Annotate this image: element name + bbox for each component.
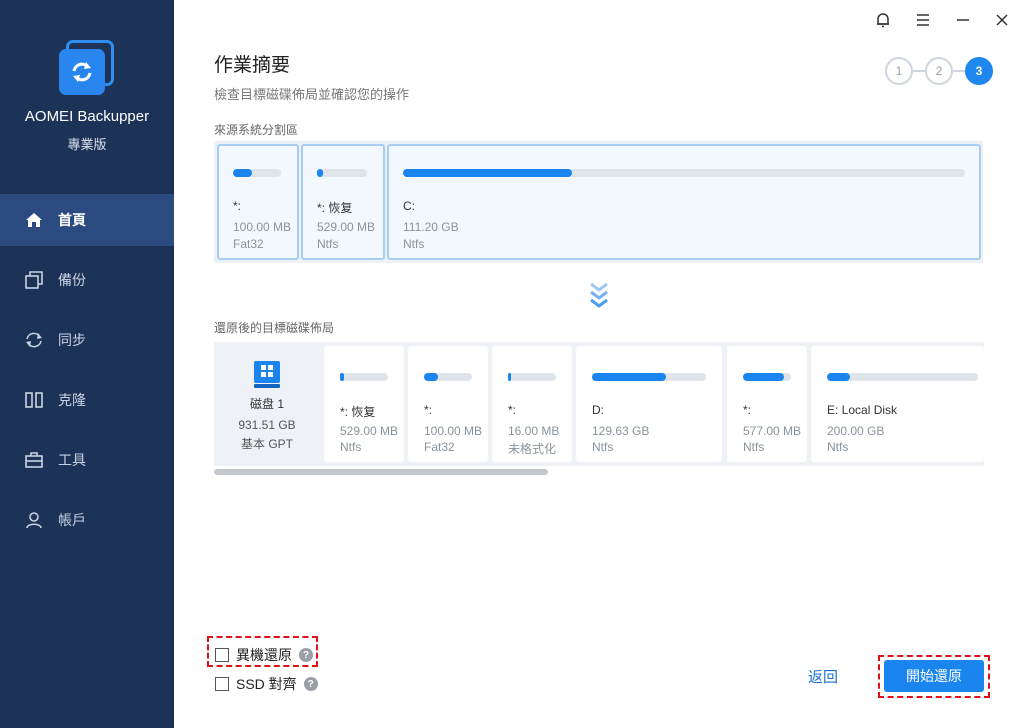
partition-size: 529.00 MB (317, 220, 376, 234)
partition-name: *: (743, 403, 752, 417)
target-partition[interactable]: *: 100.00 MB Fat32 (408, 346, 488, 462)
source-label: 來源系統分割區 (214, 123, 299, 137)
page-subtitle: 檢查目標磁碟佈局並確認您的操作 (214, 87, 410, 102)
disk-type: 基本 GPT (240, 437, 293, 451)
help-icon[interactable]: ? (303, 677, 318, 691)
source-disk-map: *: 100.00 MB Fat32 *: 恢复 529.00 MB Ntfs … (214, 141, 983, 263)
option-label: 異機還原 (236, 647, 292, 663)
home-icon (24, 210, 44, 230)
partition-fs: Ntfs (340, 440, 362, 454)
partition-name: *: 恢复 (340, 405, 376, 419)
sidebar-item-backup[interactable]: 備份 (0, 254, 174, 306)
sidebar-item-label: 帳戶 (58, 512, 86, 528)
sidebar-item-label: 同步 (58, 332, 86, 348)
target-partition[interactable]: E: Local Disk 200.00 GB Ntfs (811, 346, 984, 462)
sidebar-item-label: 工具 (58, 452, 86, 468)
bell-icon[interactable] (871, 8, 895, 32)
step-connector (953, 70, 965, 72)
partition-fs: Fat32 (233, 237, 264, 251)
step-connector (913, 70, 925, 72)
partition-size: 529.00 MB (340, 424, 399, 438)
disk-name: 磁盘 1 (249, 397, 284, 411)
partition-fs: Ntfs (743, 440, 765, 454)
source-partition[interactable]: C: 111.20 GB Ntfs (387, 144, 981, 260)
partition-name: C: (403, 199, 415, 213)
sidebar-item-clone[interactable]: 克隆 (0, 374, 174, 426)
target-disk-map: 磁盘 1 931.51 GB 基本 GPT *: 恢复 529.00 MB Nt… (214, 342, 984, 466)
partition-size: 577.00 MB (743, 424, 802, 438)
sidebar-item-label: 克隆 (58, 392, 86, 408)
sidebar-item-sync[interactable]: 同步 (0, 314, 174, 366)
sync-icon (24, 330, 44, 350)
clone-icon (24, 390, 44, 410)
source-partition[interactable]: *: 恢复 529.00 MB Ntfs (301, 144, 385, 260)
partition-size: 111.20 GB (403, 220, 459, 234)
partition-fs: 未格式化 (508, 442, 557, 456)
ssd-align-checkbox[interactable] (215, 677, 229, 691)
partition-fs: Ntfs (827, 440, 849, 454)
sidebar-item-tools[interactable]: 工具 (0, 434, 174, 486)
partition-fs: Ntfs (403, 237, 425, 251)
partition-fs: Fat32 (424, 440, 455, 454)
source-partition[interactable]: *: 100.00 MB Fat32 (217, 144, 299, 260)
target-partition[interactable]: *: 16.00 MB 未格式化 (492, 346, 572, 462)
sidebar-item-label: 備份 (58, 272, 86, 288)
disk-info: 磁盘 1 931.51 GB 基本 GPT (214, 342, 320, 466)
target-partition[interactable]: *: 恢复 529.00 MB Ntfs (324, 346, 404, 462)
disk-size: 931.51 GB (238, 418, 296, 432)
sidebar-item-home[interactable]: 首頁 (0, 194, 174, 246)
app-logo-icon (57, 40, 117, 98)
universal-restore-checkbox[interactable] (215, 648, 229, 662)
partition-name: *: (424, 403, 433, 417)
page-title: 作業摘要 (214, 55, 291, 76)
back-button[interactable]: 返回 (808, 666, 838, 687)
chevron-double-down-icon (589, 282, 609, 312)
step-1: 1 (885, 57, 913, 85)
partition-size: 100.00 MB (424, 424, 483, 438)
menu-icon[interactable] (911, 8, 935, 32)
step-3: 3 (965, 57, 993, 85)
universal-restore-option[interactable]: 異機還原 ? (215, 645, 313, 665)
scrollbar-thumb[interactable] (214, 469, 548, 475)
sidebar: AOMEI Backupper 專業版 首頁 備份 同步 克隆 工具 帳戶 (0, 0, 174, 728)
partition-size: 16.00 MB (508, 424, 560, 438)
sidebar-item-account[interactable]: 帳戶 (0, 494, 174, 546)
partition-name: D: (592, 403, 604, 417)
sidebar-item-label: 首頁 (58, 212, 86, 228)
partition-size: 129.63 GB (592, 424, 650, 438)
partition-size: 200.00 GB (827, 424, 885, 438)
partition-name: *: (508, 403, 517, 417)
partition-name: E: Local Disk (827, 403, 898, 417)
target-partition[interactable]: D: 129.63 GB Ntfs (576, 346, 722, 462)
partition-name: *: (233, 199, 242, 213)
app-name: AOMEI Backupper (24, 108, 150, 125)
partition-fs: Ntfs (592, 440, 614, 454)
option-label: SSD 對齊 (236, 676, 297, 692)
app-edition: 專業版 (67, 137, 107, 152)
partition-size: 100.00 MB (233, 220, 292, 234)
partition-fs: Ntfs (317, 237, 339, 251)
toolbox-icon (24, 450, 44, 470)
disk-icon (254, 361, 280, 388)
target-label: 還原後的目標磁碟佈局 (214, 321, 335, 335)
help-icon[interactable]: ? (299, 648, 313, 662)
partition-name: *: 恢复 (317, 201, 353, 215)
user-icon (24, 510, 44, 530)
backup-icon (24, 270, 44, 290)
step-2: 2 (925, 57, 953, 85)
close-icon[interactable] (990, 8, 1014, 32)
start-restore-button[interactable]: 開始還原 (884, 660, 984, 692)
minimize-icon[interactable] (951, 8, 975, 32)
target-partition[interactable]: *: 577.00 MB Ntfs (727, 346, 807, 462)
ssd-align-option[interactable]: SSD 對齊 ? (215, 674, 318, 694)
